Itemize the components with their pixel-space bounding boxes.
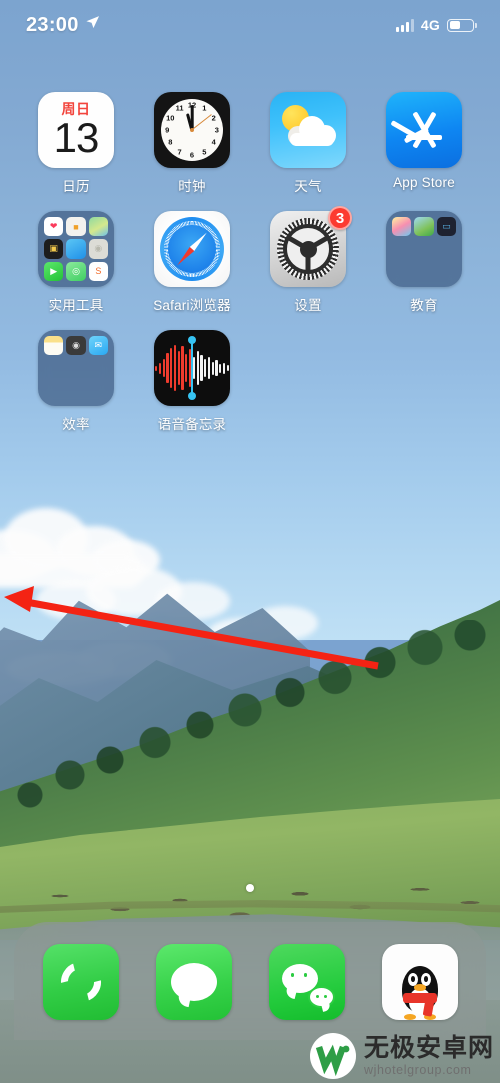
app-grid: 周日 13 日历 12 1 2 3 4 5 6 7 (0, 92, 500, 433)
dock-item-messages[interactable] (137, 944, 250, 1020)
health-icon: ❤ (44, 217, 64, 237)
watch-icon: ▣ (44, 239, 64, 259)
folder-icon[interactable]: ▭ (386, 211, 462, 287)
app-store-icon-wrap[interactable] (386, 92, 462, 168)
app-label: 天气 (294, 179, 322, 194)
keynote-icon: ▭ (436, 217, 456, 237)
wechat-bubble-small (307, 986, 335, 1008)
app-label: 设置 (294, 298, 322, 313)
clock-icon[interactable]: 12 1 2 3 4 5 6 7 8 9 10 11 (154, 92, 230, 168)
folder-education[interactable]: ▭ 教育 (366, 211, 482, 314)
app-store-icon[interactable] (386, 92, 462, 168)
notes-icon (44, 336, 64, 356)
status-bar: 23:00 4G (0, 0, 500, 50)
handset-shape (61, 962, 101, 1002)
status-badge: 3 (328, 206, 352, 230)
wallet-icon: ■ (66, 217, 86, 237)
phone-icon[interactable] (42, 944, 119, 1020)
qq-penguin-shape (396, 960, 444, 1020)
watermark-site-name: 无极安卓网 (363, 1034, 494, 1063)
folder-icon[interactable]: ◉ ✉ (38, 330, 114, 406)
cloud-shape (288, 116, 336, 146)
app-icon-app-store[interactable]: App Store (366, 92, 482, 195)
app-label: 教育 (410, 298, 438, 313)
voice-memos-icon[interactable] (154, 330, 230, 406)
folder-icon[interactable]: ❤ ■ ▣ ◉ ▶ ◎ S (38, 211, 114, 287)
swift-playgrounds-icon (414, 217, 434, 237)
settings-icon-wrap[interactable]: 3 (270, 206, 352, 287)
app-icon-settings[interactable]: 3 设置 (250, 206, 366, 314)
utilities-folder-wrap[interactable]: ❤ ■ ▣ ◉ ▶ ◎ S (38, 211, 114, 287)
facetime-icon: ▶ (44, 261, 64, 281)
w-logo-icon (309, 1033, 356, 1079)
watermark: 无极安卓网 wjhotelgroup.com (309, 1033, 494, 1079)
dock-item-wechat[interactable] (250, 944, 363, 1020)
playhead-line (191, 341, 193, 395)
watermark-site-url: wjhotelgroup.com (363, 1062, 472, 1077)
page-indicator[interactable] (0, 884, 500, 892)
safari-dial (160, 217, 224, 281)
maps-icon (88, 217, 108, 237)
wechat-icon[interactable] (268, 944, 345, 1020)
status-bar-right: 4G (395, 17, 477, 33)
clock-second-hand (191, 114, 213, 131)
folder-utilities[interactable]: ❤ ■ ▣ ◉ ▶ ◎ S 实用工具 (18, 211, 134, 314)
status-bar-left: 23:00 (26, 14, 100, 37)
weather-icon-wrap[interactable] (270, 92, 346, 168)
status-time: 23:00 (26, 13, 79, 36)
app-label: 效率 (62, 417, 90, 432)
app-label: App Store (393, 175, 455, 190)
voice-memos-icon-wrap[interactable] (154, 330, 230, 406)
speech-bubble-shape (170, 963, 217, 1001)
files-icon (66, 239, 86, 259)
safari-icon-wrap[interactable] (154, 211, 230, 287)
dock (14, 922, 486, 1040)
photos-icon (392, 217, 412, 237)
camera-icon: ◉ (66, 336, 86, 356)
network-type-label: 4G (420, 17, 440, 33)
app-icon-calendar[interactable]: 周日 13 日历 (18, 92, 134, 195)
app-row-3: ◉ ✉ 效率 语音备忘录 (18, 330, 482, 433)
compass-icon: ◉ (88, 239, 108, 259)
app-label: 实用工具 (48, 298, 104, 313)
folder-productivity[interactable]: ◉ ✉ 效率 (18, 330, 134, 433)
sogou-icon: S (88, 261, 108, 281)
clock-center-pin (190, 128, 194, 132)
page-dot-active[interactable] (246, 884, 254, 892)
app-label: 日历 (62, 179, 90, 194)
app-store-glyph (390, 108, 449, 152)
watermark-text: 无极安卓网 wjhotelgroup.com (363, 1034, 494, 1077)
app-icon-weather[interactable]: 天气 (250, 92, 366, 195)
gear-shape (277, 218, 339, 280)
app-label: 时钟 (178, 179, 206, 194)
qq-icon[interactable] (381, 944, 458, 1020)
education-folder-wrap[interactable]: ▭ (386, 211, 462, 287)
app-row-1: 周日 13 日历 12 1 2 3 4 5 6 7 (18, 92, 482, 195)
clock-minute-hand (190, 105, 194, 130)
app-label: 语音备忘录 (157, 417, 227, 432)
app-label: Safari浏览器 (153, 298, 231, 313)
app-icon-voice-memos[interactable]: 语音备忘录 (134, 330, 250, 433)
battery-icon (447, 18, 477, 32)
app-row-2: ❤ ■ ▣ ◉ ▶ ◎ S 实用工具 Safari浏览器 3 设置 ▭ 教育 (18, 206, 482, 314)
safari-icon[interactable] (154, 211, 230, 287)
app-icon-safari[interactable]: Safari浏览器 (134, 211, 250, 314)
dock-item-phone[interactable] (24, 944, 137, 1020)
find-my-icon: ◎ (66, 261, 86, 281)
app-icon-clock[interactable]: 12 1 2 3 4 5 6 7 8 9 10 11 (134, 92, 250, 195)
messages-icon[interactable] (155, 944, 232, 1020)
weather-icon[interactable] (270, 92, 346, 168)
productivity-folder-wrap[interactable]: ◉ ✉ (38, 330, 114, 406)
calendar-day: 13 (53, 114, 100, 162)
annotation-arrow (0, 560, 420, 690)
cellular-signal-icon (395, 18, 414, 32)
clock-icon-wrap[interactable]: 12 1 2 3 4 5 6 7 8 9 10 11 (154, 92, 230, 168)
calendar-icon-wrap[interactable]: 周日 13 (38, 92, 114, 168)
calendar-icon[interactable]: 周日 13 (38, 92, 114, 168)
location-arrow-icon (85, 15, 100, 35)
mail-icon: ✉ (88, 336, 108, 356)
clock-face: 12 1 2 3 4 5 6 7 8 9 10 11 (161, 99, 223, 161)
dock-item-qq[interactable] (363, 944, 476, 1020)
